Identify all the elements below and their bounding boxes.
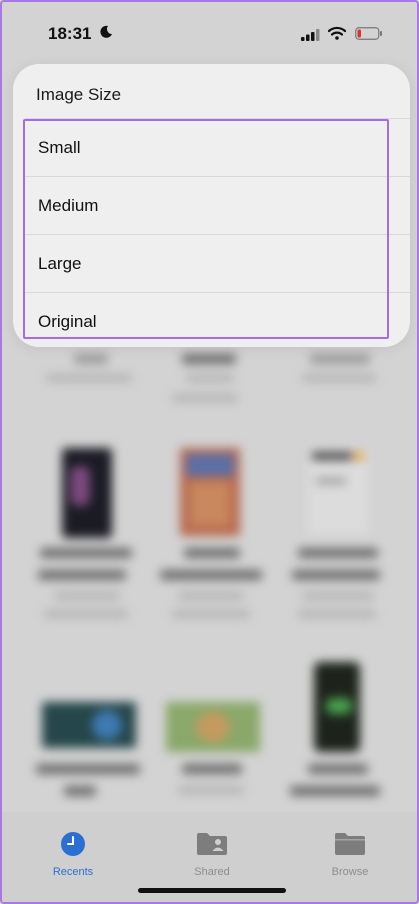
file-label-line (160, 570, 262, 580)
menu-item-label: Medium (38, 196, 99, 215)
file-thumbnail[interactable] (180, 448, 240, 536)
image-size-menu: Image Size Small Medium Large Original (13, 64, 410, 347)
file-thumbnail[interactable] (314, 662, 360, 752)
file-label-line (298, 610, 376, 618)
file-thumbnail[interactable] (308, 448, 368, 534)
file-label-line (54, 592, 120, 600)
file-thumbnail[interactable] (42, 702, 136, 748)
tab-shared[interactable]: Shared (167, 831, 257, 878)
file-label-line (310, 354, 370, 364)
menu-item-label: Small (38, 138, 81, 157)
file-label-line (172, 394, 238, 402)
wifi-icon (327, 26, 347, 45)
file-label-line (172, 610, 250, 618)
menu-title: Image Size (36, 85, 122, 104)
file-thumbnail[interactable] (62, 448, 112, 538)
menu-item-medium[interactable]: Medium (25, 177, 398, 234)
home-indicator[interactable] (138, 888, 286, 893)
file-label-line (178, 786, 244, 794)
tab-label: Browse (331, 866, 369, 878)
file-thumbnail[interactable] (166, 702, 260, 752)
file-label-line (184, 548, 240, 558)
file-label-line (40, 548, 132, 558)
status-bar: 18:31 (2, 2, 417, 62)
shared-folder-icon (196, 833, 228, 861)
tab-label: Recents (52, 866, 94, 878)
signal-icon (301, 28, 321, 46)
file-label-line (182, 354, 236, 364)
menu-item-original[interactable]: Original (25, 293, 398, 347)
file-label-line (292, 570, 380, 580)
file-label-line (182, 764, 242, 774)
screen-frame: 18:31 Image Size Small Medium Large Orig… (0, 0, 419, 904)
file-label-line (46, 374, 132, 382)
file-label-line (186, 374, 234, 382)
file-label-line (298, 548, 378, 558)
file-label-line (308, 764, 368, 774)
file-label-line (64, 786, 96, 796)
status-time: 18:31 (48, 24, 92, 43)
clock-icon (60, 832, 86, 861)
file-label-line (178, 592, 244, 600)
file-label-line (36, 764, 140, 774)
file-label-line (290, 786, 380, 796)
file-label-line (302, 592, 374, 600)
menu-item-label: Large (38, 254, 82, 273)
menu-item-label: Original (38, 312, 97, 331)
file-label-line (44, 610, 128, 618)
moon-icon (99, 25, 113, 43)
file-label-line (302, 374, 376, 382)
tab-recents[interactable]: Recents (28, 831, 118, 878)
battery-icon (355, 27, 383, 45)
menu-item-large[interactable]: Large (25, 235, 398, 292)
tab-label: Shared (194, 866, 230, 878)
file-label-line (74, 354, 108, 364)
file-label-line (38, 570, 126, 580)
folder-icon (334, 833, 366, 861)
tab-browse[interactable]: Browse (305, 831, 395, 878)
menu-item-small[interactable]: Small (25, 119, 398, 176)
